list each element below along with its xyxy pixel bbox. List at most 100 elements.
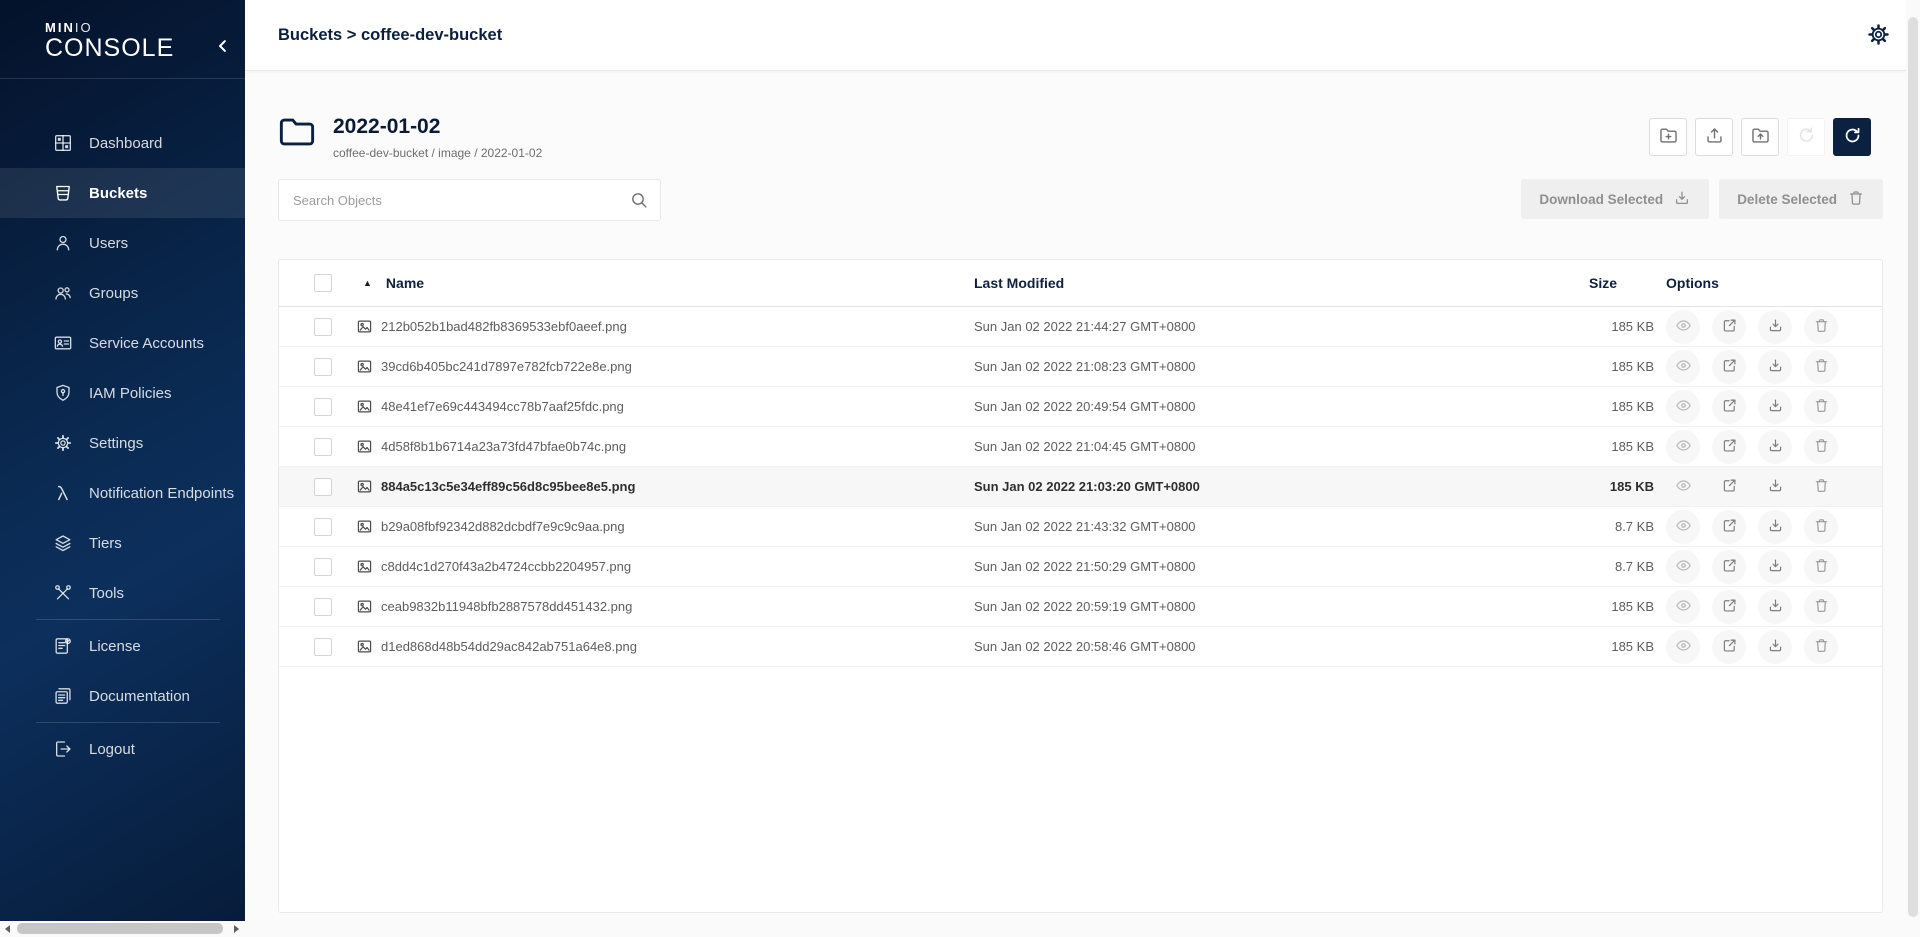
- horizontal-scrollbar-thumb[interactable]: [17, 923, 223, 934]
- download-object-button[interactable]: [1758, 470, 1792, 504]
- open-object-button[interactable]: [1712, 630, 1746, 664]
- object-name-cell[interactable]: 212b052b1bad482fb8369533ebf0aeef.png: [356, 318, 974, 335]
- object-name-cell[interactable]: 39cd6b405bc241d7897e782fcb722e8e.png: [356, 358, 974, 375]
- download-object-button[interactable]: [1758, 310, 1792, 344]
- preview-object-button[interactable]: [1666, 470, 1700, 504]
- delete-object-button[interactable]: [1804, 390, 1838, 424]
- download-object-button[interactable]: [1758, 550, 1792, 584]
- refresh-button[interactable]: [1833, 118, 1871, 156]
- delete-object-button[interactable]: [1804, 590, 1838, 624]
- sidebar-item-logout[interactable]: Logout: [0, 724, 245, 774]
- download-object-button[interactable]: [1758, 390, 1792, 424]
- console-settings-button[interactable]: [1865, 22, 1892, 49]
- open-object-button[interactable]: [1712, 350, 1746, 384]
- row-checkbox[interactable]: [314, 638, 332, 656]
- sidebar-item-documentation[interactable]: Documentation: [0, 671, 245, 721]
- object-name-cell[interactable]: 884a5c13c5e34eff89c56d8c95bee8e5.png: [356, 478, 974, 495]
- delete-object-icon: [1813, 357, 1830, 377]
- delete-object-button[interactable]: [1804, 470, 1838, 504]
- sidebar-item-tools[interactable]: Tools: [0, 568, 245, 618]
- object-name: 4d58f8b1b6714a23a73fd47bfae0b74c.png: [381, 439, 626, 454]
- upload-folder-button[interactable]: [1741, 118, 1779, 156]
- delete-selected-button[interactable]: Delete Selected: [1719, 179, 1883, 219]
- breadcrumb[interactable]: Buckets > coffee-dev-bucket: [278, 26, 502, 45]
- object-name-cell[interactable]: 4d58f8b1b6714a23a73fd47bfae0b74c.png: [356, 438, 974, 455]
- row-checkbox[interactable]: [314, 438, 332, 456]
- eye-icon: [1675, 397, 1692, 417]
- open-object-button[interactable]: [1712, 550, 1746, 584]
- object-name-cell[interactable]: c8dd4c1d270f43a2b4724ccbb2204957.png: [356, 558, 974, 575]
- download-selected-button[interactable]: Download Selected: [1521, 179, 1709, 219]
- delete-object-button[interactable]: [1804, 310, 1838, 344]
- search-input[interactable]: [278, 179, 661, 221]
- table-row[interactable]: 48e41ef7e69c443494cc78b7aaf25fdc.png Sun…: [279, 387, 1882, 427]
- sidebar-item-dashboard[interactable]: Dashboard: [0, 118, 245, 168]
- sidebar-item-notification-endpoints[interactable]: Notification Endpoints: [0, 468, 245, 518]
- object-name-cell[interactable]: b29a08fbf92342d882dcbdf7e9c9c9aa.png: [356, 518, 974, 535]
- row-checkbox[interactable]: [314, 478, 332, 496]
- preview-object-button[interactable]: [1666, 430, 1700, 464]
- open-object-button[interactable]: [1712, 470, 1746, 504]
- create-path-button[interactable]: [1649, 118, 1687, 156]
- sidebar-item-tiers[interactable]: Tiers: [0, 518, 245, 568]
- scroll-left-arrow[interactable]: [5, 925, 10, 933]
- open-object-button[interactable]: [1712, 310, 1746, 344]
- sidebar-item-settings[interactable]: Settings: [0, 418, 245, 468]
- download-object-button[interactable]: [1758, 350, 1792, 384]
- object-last-modified: Sun Jan 02 2022 20:59:19 GMT+0800: [974, 599, 1574, 614]
- upload-file-button[interactable]: [1695, 118, 1733, 156]
- preview-object-button[interactable]: [1666, 350, 1700, 384]
- table-row[interactable]: 884a5c13c5e34eff89c56d8c95bee8e5.png Sun…: [279, 467, 1882, 507]
- row-checkbox[interactable]: [314, 358, 332, 376]
- sidebar-collapse-button[interactable]: [210, 34, 236, 60]
- table-row[interactable]: d1ed868d48b54dd29ac842ab751a64e8.png Sun…: [279, 627, 1882, 667]
- object-name-cell[interactable]: 48e41ef7e69c443494cc78b7aaf25fdc.png: [356, 398, 974, 415]
- sidebar-item-license[interactable]: License: [0, 621, 245, 671]
- vertical-scrollbar-thumb[interactable]: [1908, 17, 1918, 917]
- select-all-checkbox[interactable]: [314, 274, 332, 292]
- open-object-button[interactable]: [1712, 590, 1746, 624]
- preview-object-button[interactable]: [1666, 630, 1700, 664]
- header-name[interactable]: ▲ Name: [356, 275, 974, 291]
- open-object-button[interactable]: [1712, 430, 1746, 464]
- sidebar-item-label: Tools: [89, 585, 124, 602]
- delete-object-button[interactable]: [1804, 510, 1838, 544]
- sidebar-item-buckets[interactable]: Buckets: [0, 168, 245, 218]
- preview-object-button[interactable]: [1666, 590, 1700, 624]
- open-object-button[interactable]: [1712, 390, 1746, 424]
- preview-object-button[interactable]: [1666, 510, 1700, 544]
- preview-object-button[interactable]: [1666, 550, 1700, 584]
- sidebar-item-service-accounts[interactable]: Service Accounts: [0, 318, 245, 368]
- download-object-button[interactable]: [1758, 630, 1792, 664]
- delete-object-button[interactable]: [1804, 630, 1838, 664]
- row-checkbox[interactable]: [314, 398, 332, 416]
- row-checkbox[interactable]: [314, 558, 332, 576]
- table-row[interactable]: b29a08fbf92342d882dcbdf7e9c9c9aa.png Sun…: [279, 507, 1882, 547]
- preview-object-button[interactable]: [1666, 310, 1700, 344]
- table-row[interactable]: 212b052b1bad482fb8369533ebf0aeef.png Sun…: [279, 307, 1882, 347]
- preview-object-button[interactable]: [1666, 390, 1700, 424]
- row-checkbox[interactable]: [314, 318, 332, 336]
- sidebar-item-iam-policies[interactable]: IAM Policies: [0, 368, 245, 418]
- open-object-icon: [1721, 357, 1738, 377]
- download-object-button[interactable]: [1758, 590, 1792, 624]
- sidebar-item-groups[interactable]: Groups: [0, 268, 245, 318]
- sidebar-item-users[interactable]: Users: [0, 218, 245, 268]
- delete-object-button[interactable]: [1804, 550, 1838, 584]
- open-object-button[interactable]: [1712, 510, 1746, 544]
- row-checkbox[interactable]: [314, 518, 332, 536]
- delete-object-button[interactable]: [1804, 350, 1838, 384]
- download-object-button[interactable]: [1758, 510, 1792, 544]
- delete-object-button[interactable]: [1804, 430, 1838, 464]
- table-row[interactable]: 39cd6b405bc241d7897e782fcb722e8e.png Sun…: [279, 347, 1882, 387]
- scroll-right-arrow[interactable]: [234, 925, 239, 933]
- download-object-button[interactable]: [1758, 430, 1792, 464]
- table-row[interactable]: c8dd4c1d270f43a2b4724ccbb2204957.png Sun…: [279, 547, 1882, 587]
- object-name-cell[interactable]: d1ed868d48b54dd29ac842ab751a64e8.png: [356, 638, 974, 655]
- object-name-cell[interactable]: ceab9832b11948bfb2887578dd451432.png: [356, 598, 974, 615]
- object-path-breadcrumb[interactable]: coffee-dev-bucket / image / 2022-01-02: [333, 146, 542, 160]
- row-checkbox[interactable]: [314, 598, 332, 616]
- rewind-button[interactable]: [1787, 118, 1825, 156]
- table-row[interactable]: ceab9832b11948bfb2887578dd451432.png Sun…: [279, 587, 1882, 627]
- table-row[interactable]: 4d58f8b1b6714a23a73fd47bfae0b74c.png Sun…: [279, 427, 1882, 467]
